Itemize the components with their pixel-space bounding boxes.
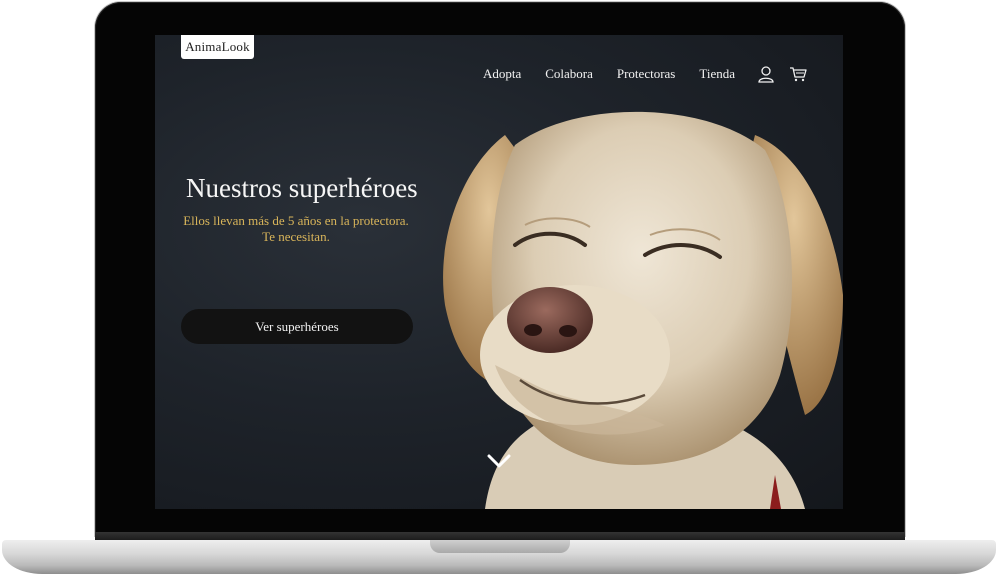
hero-subtitle: Ellos llevan más de 5 años en la protect… xyxy=(181,213,411,245)
hero-dog-image xyxy=(443,111,843,509)
hero-subtitle-line2: Te necesitan. xyxy=(262,229,330,244)
hero-subtitle-line1: Ellos llevan más de 5 años en la protect… xyxy=(183,213,409,228)
user-icon[interactable] xyxy=(757,65,775,83)
nav-item-protectoras[interactable]: Protectoras xyxy=(617,66,675,82)
laptop-notch xyxy=(430,540,570,553)
chevron-down-icon[interactable] xyxy=(487,453,511,469)
logo-text: AnimaLook xyxy=(185,39,250,54)
browser-screen: AnimaLook Adopta Colabora Protectoras Ti… xyxy=(155,35,843,509)
cart-icon[interactable] xyxy=(789,65,807,83)
nav-item-colabora[interactable]: Colabora xyxy=(545,66,593,82)
nav-item-tienda[interactable]: Tienda xyxy=(699,66,735,82)
main-nav: Adopta Colabora Protectoras Tienda xyxy=(459,65,807,83)
hero-title: Nuestros superhéroes xyxy=(186,173,418,203)
nav-item-adopta[interactable]: Adopta xyxy=(483,66,521,82)
ver-superheroes-button[interactable]: Ver superhéroes xyxy=(181,309,413,344)
brand-logo[interactable]: AnimaLook xyxy=(181,35,254,59)
